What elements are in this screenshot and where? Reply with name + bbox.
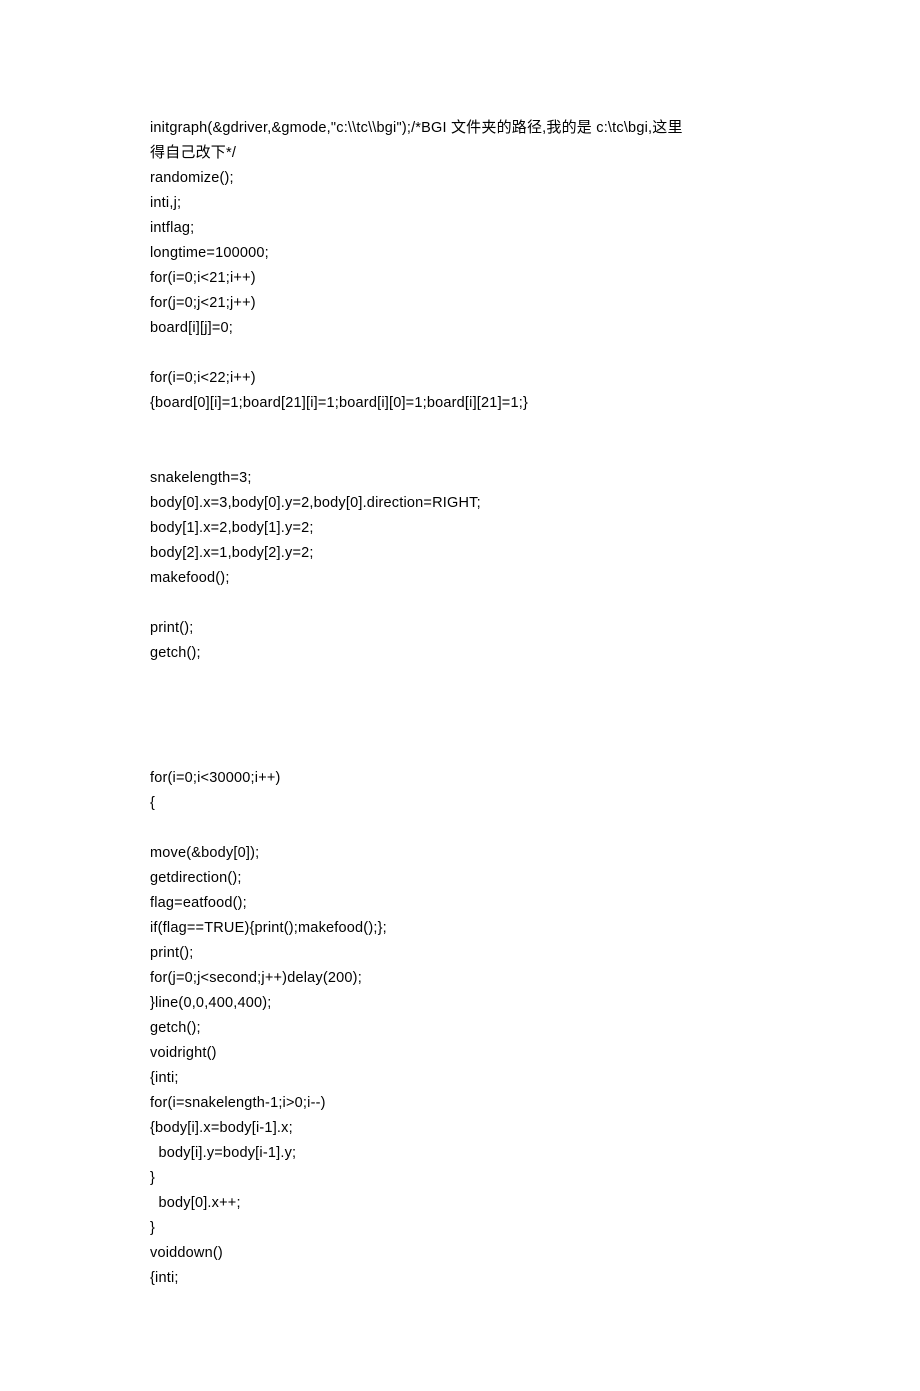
code-line: 得自己改下*/: [150, 141, 770, 166]
code-line: {body[i].x=body[i-1].x;: [150, 1116, 770, 1141]
code-line: move(&body[0]);: [150, 841, 770, 866]
code-line: board[i][j]=0;: [150, 316, 770, 341]
code-line: voidright(): [150, 1041, 770, 1066]
blank-line: [150, 666, 770, 691]
code-line: inti,j;: [150, 191, 770, 216]
blank-line: [150, 341, 770, 366]
code-line: print();: [150, 941, 770, 966]
code-line: getdirection();: [150, 866, 770, 891]
code-line: if(flag==TRUE){print();makefood();};: [150, 916, 770, 941]
blank-line: [150, 441, 770, 466]
code-line: }line(0,0,400,400);: [150, 991, 770, 1016]
code-line: makefood();: [150, 566, 770, 591]
code-line: body[i].y=body[i-1].y;: [150, 1141, 770, 1166]
code-line: randomize();: [150, 166, 770, 191]
document-page: initgraph(&gdriver,&gmode,"c:\\tc\\bgi")…: [0, 0, 920, 1391]
code-line: getch();: [150, 641, 770, 666]
code-line: print();: [150, 616, 770, 641]
code-line: snakelength=3;: [150, 466, 770, 491]
blank-line: [150, 416, 770, 441]
code-line: {inti;: [150, 1066, 770, 1091]
code-line: longtime=100000;: [150, 241, 770, 266]
code-line: initgraph(&gdriver,&gmode,"c:\\tc\\bgi")…: [150, 116, 770, 141]
code-line: }: [150, 1166, 770, 1191]
code-line: flag=eatfood();: [150, 891, 770, 916]
code-line: body[0].x++;: [150, 1191, 770, 1216]
blank-line: [150, 741, 770, 766]
code-line: body[1].x=2,body[1].y=2;: [150, 516, 770, 541]
code-line: intflag;: [150, 216, 770, 241]
code-line: for(i=0;i<22;i++): [150, 366, 770, 391]
code-line: {: [150, 791, 770, 816]
code-line: for(i=0;i<21;i++): [150, 266, 770, 291]
code-line: for(i=0;i<30000;i++): [150, 766, 770, 791]
code-line: for(j=0;j<second;j++)delay(200);: [150, 966, 770, 991]
code-line: }: [150, 1216, 770, 1241]
code-line: getch();: [150, 1016, 770, 1041]
blank-line: [150, 816, 770, 841]
blank-line: [150, 716, 770, 741]
code-line: voiddown(): [150, 1241, 770, 1266]
code-line: body[0].x=3,body[0].y=2,body[0].directio…: [150, 491, 770, 516]
code-line: for(j=0;j<21;j++): [150, 291, 770, 316]
blank-line: [150, 691, 770, 716]
code-line: body[2].x=1,body[2].y=2;: [150, 541, 770, 566]
code-line: for(i=snakelength-1;i>0;i--): [150, 1091, 770, 1116]
blank-line: [150, 591, 770, 616]
code-line: {inti;: [150, 1266, 770, 1291]
code-line: {board[0][i]=1;board[21][i]=1;board[i][0…: [150, 391, 770, 416]
